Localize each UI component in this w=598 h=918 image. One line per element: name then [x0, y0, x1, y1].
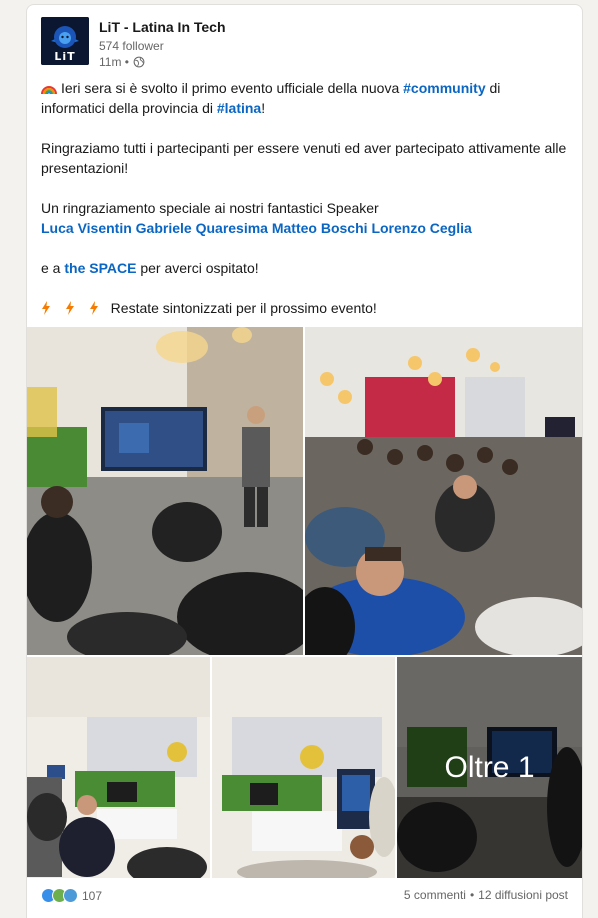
- globe-icon: [133, 56, 145, 68]
- photo-room-wide: [27, 657, 210, 878]
- reaction-count: 107: [82, 888, 103, 903]
- post-photo-4[interactable]: [212, 657, 395, 878]
- post-time: 11m •: [99, 55, 129, 69]
- para1-text-c: informatici della provincia di: [41, 100, 217, 116]
- org-logo[interactable]: LiT: [41, 17, 89, 65]
- post-paragraph-1: Ieri sera si è svolto il primo evento uf…: [41, 78, 572, 118]
- post-photo-1[interactable]: [27, 327, 303, 655]
- mention-speaker-3[interactable]: Matteo Boschi: [272, 220, 368, 236]
- engagement-stats: 5 commenti • 12 diffusioni post: [404, 888, 568, 902]
- post-photo-5[interactable]: Oltre 1: [397, 657, 582, 878]
- mention-speaker-2[interactable]: Gabriele Quaresima: [136, 220, 268, 236]
- reactions-summary[interactable]: 107: [41, 888, 102, 903]
- photo-room-desk: [212, 657, 395, 878]
- post-paragraph-3: Un ringraziamento speciale ai nostri fan…: [41, 200, 379, 216]
- photo-audience: [305, 327, 582, 655]
- post-card: LiT LiT - Latina In Tech 574 follower 11…: [26, 4, 583, 918]
- lightning-icon: [42, 301, 50, 315]
- post-paragraph-5: Restate sintonizzati per il prossimo eve…: [41, 298, 572, 318]
- more-photos-label: Oltre 1: [444, 750, 535, 784]
- social-counts: 107 5 commenti • 12 diffusioni post: [41, 888, 568, 908]
- post-paragraph-2: Ringraziamo tutti i partecipanti per ess…: [41, 140, 567, 176]
- hashtag-community[interactable]: #community: [403, 80, 485, 96]
- para4-text-a: e a: [41, 260, 65, 276]
- follower-count: 574 follower: [99, 39, 164, 53]
- post-text: Ieri sera si è svolto il primo evento uf…: [41, 78, 572, 318]
- rainbow-icon: [41, 86, 57, 95]
- org-name[interactable]: LiT - Latina In Tech: [99, 19, 226, 35]
- speaker-mentions: Luca Visentin Gabriele Quaresima Matteo …: [41, 218, 572, 238]
- hashtag-latina[interactable]: #latina: [217, 100, 261, 116]
- para1-text-d: !: [261, 100, 266, 116]
- mention-the-space[interactable]: the SPACE: [64, 260, 136, 276]
- para1-text-b: di: [485, 80, 501, 96]
- post-photo-2[interactable]: [305, 327, 582, 655]
- support-reaction-icon: [63, 888, 78, 903]
- para4-text-b: per averci ospitato!: [136, 260, 259, 276]
- post-paragraph-4: e a the SPACE per averci ospitato!: [41, 258, 572, 278]
- lightning-icon: [65, 301, 74, 315]
- logo-text: LiT: [54, 50, 76, 63]
- comments-count[interactable]: 5 commenti: [404, 888, 466, 902]
- para1-text-a: Ieri sera si è svolto il primo evento uf…: [61, 80, 404, 96]
- post-meta: 11m •: [99, 55, 145, 69]
- mention-speaker-4[interactable]: Lorenzo Ceglia: [371, 220, 471, 236]
- mention-speaker-1[interactable]: Luca Visentin: [41, 220, 132, 236]
- shares-count[interactable]: 12 diffusioni post: [478, 888, 568, 902]
- post-photo-3[interactable]: [27, 657, 210, 878]
- para5-text: Restate sintonizzati per il prossimo eve…: [110, 300, 377, 316]
- lightning-icon: [89, 301, 98, 315]
- more-photos-overlay[interactable]: Oltre 1: [397, 657, 582, 878]
- stats-separator: •: [469, 888, 475, 902]
- post-header: LiT LiT - Latina In Tech 574 follower 11…: [41, 17, 568, 71]
- photo-presentation: [27, 327, 303, 655]
